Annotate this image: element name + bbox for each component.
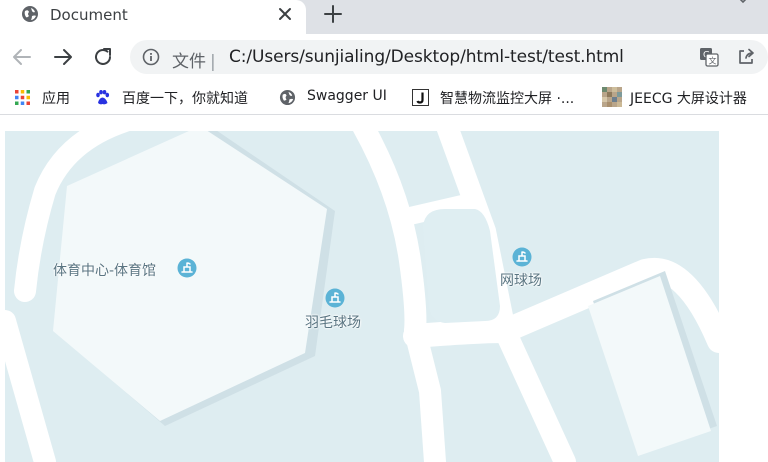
svg-text:文: 文 (709, 56, 717, 66)
sports-venue-icon (177, 258, 197, 278)
reload-icon[interactable] (91, 45, 115, 69)
road (5, 310, 56, 462)
poi-label: 羽毛球场 (305, 315, 361, 331)
address-bar[interactable]: 文件 | C:/Users/sunjialing/Desktop/html-tes… (130, 40, 768, 74)
road (404, 320, 446, 462)
road (494, 320, 576, 462)
bookmark-label: Swagger UI (307, 88, 387, 104)
bookmark-label: 百度一下，你就知道 (122, 91, 248, 107)
sports-venue-icon (512, 247, 532, 267)
road (505, 191, 565, 211)
baidu-paw-icon (96, 90, 110, 105)
sports-venue-icon (325, 288, 345, 308)
poi-label: 网球场 (500, 273, 542, 289)
new-tab-plus-icon[interactable] (322, 3, 344, 25)
info-icon[interactable] (142, 48, 160, 66)
bookmarks-bar: 应用 百度一下，你就知道 Swagger UI 智慧物流监控大屏 ·... JE… (0, 80, 768, 115)
globe-icon (22, 6, 38, 22)
tab-title: Document (50, 6, 128, 24)
road (352, 131, 427, 342)
forward-arrow-icon[interactable] (51, 45, 75, 69)
tab-strip: Document (0, 0, 768, 34)
bookmark-label: 应用 (42, 91, 70, 107)
globe-icon (279, 89, 296, 106)
poi-label: 体育中心-体育馆 (53, 263, 157, 279)
url-scheme-label: 文件 | (172, 52, 216, 72)
map-canvas[interactable]: 体育中心-体育馆 羽毛球场 网球场 (5, 131, 719, 462)
mosaic-thumbnail-icon (602, 87, 622, 107)
translate-icon[interactable]: G 文 (698, 46, 720, 68)
apps-grid-icon (15, 90, 30, 105)
share-icon[interactable] (736, 47, 756, 67)
bookmark-label: JEECG 大屏设计器 (630, 91, 747, 107)
bookmark-label: 智慧物流监控大屏 ·... (440, 91, 575, 107)
url-text[interactable]: C:/Users/sunjialing/Desktop/html-test/te… (229, 47, 624, 67)
back-arrow-icon[interactable] (10, 45, 34, 69)
map-base-layer (5, 131, 719, 462)
map-block (423, 209, 500, 323)
close-icon[interactable] (276, 5, 294, 23)
tab-document[interactable]: Document (0, 0, 306, 34)
chevron-down-icon[interactable] (736, 0, 750, 6)
j-logo-icon (412, 89, 429, 106)
browser-toolbar: 文件 | C:/Users/sunjialing/Desktop/html-tes… (0, 34, 768, 80)
page-viewport: 体育中心-体育馆 羽毛球场 网球场 (0, 115, 768, 462)
